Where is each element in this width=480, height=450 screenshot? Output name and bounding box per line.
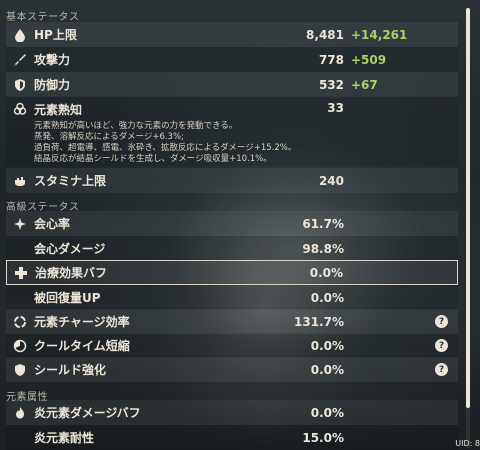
stat-row-def[interactable]: 防御力 532 +67 <box>6 72 458 97</box>
em-desc-line: 元素熟知が高いほど、強力な元素の力を発動できる。 <box>34 121 238 131</box>
stat-value-def: 532 <box>318 77 344 92</box>
stat-label-incoming-healing: 被回復量UP <box>34 291 101 305</box>
stat-label-energy-recharge: 元素チャージ効率 <box>34 315 130 329</box>
stat-value-crit-dmg: 98.8% <box>302 241 344 256</box>
stat-value-healing-bonus: 0.0% <box>309 265 343 280</box>
stat-value-pyro-dmg: 0.0% <box>310 405 344 420</box>
stat-row-pyro-res[interactable]: 炎元素耐性 15.0% <box>6 425 458 450</box>
stat-bonus-atk: +509 <box>351 52 387 67</box>
stat-row-atk[interactable]: 攻撃力 778 +509 <box>6 47 458 72</box>
em-desc-line: 蒸発、溶解反応によるダメージ+6.3%; <box>34 132 184 142</box>
stats-panel: 基本ステータス HP上限 8,481 +14,261 攻撃力 778 +509 … <box>0 0 464 450</box>
stat-bonus-def: +67 <box>351 77 378 92</box>
stat-label-cd-reduction: クールタイム短縮 <box>34 339 130 353</box>
stat-bonus-hp: +14,261 <box>351 27 408 42</box>
stat-row-crit-dmg[interactable]: 会心ダメージ 98.8% <box>6 236 458 261</box>
shield-strength-icon <box>12 362 28 378</box>
stat-value-shield-strength: 0.0% <box>310 362 344 377</box>
section-basic-stats: 基本ステータス <box>6 12 80 23</box>
elemental-mastery-icon <box>12 101 28 117</box>
stat-value-energy-recharge: 131.7% <box>294 314 344 329</box>
stat-row-healing-bonus[interactable]: 治療効果バフ 0.0% <box>6 260 458 285</box>
help-icon[interactable]: ? <box>435 315 448 328</box>
hp-drop-icon <box>12 27 28 43</box>
stat-value-pyro-res: 15.0% <box>302 430 344 445</box>
stat-row-incoming-healing[interactable]: 被回復量UP 0.0% <box>6 285 458 310</box>
stat-row-energy-recharge[interactable]: 元素チャージ効率 131.7% ? <box>6 309 458 334</box>
stat-label-em: 元素熟知 <box>34 103 83 117</box>
stat-value-atk: 778 <box>318 52 344 67</box>
stat-label-shield-strength: シールド強化 <box>34 363 107 377</box>
scrollbar[interactable] <box>466 8 470 448</box>
stat-label-hp: HP上限 <box>34 28 77 42</box>
shield-icon <box>12 77 28 93</box>
stat-row-crit-rate[interactable]: 会心率 61.7% <box>6 211 458 236</box>
stat-value-incoming-healing: 0.0% <box>310 290 344 305</box>
stat-label-pyro-res: 炎元素耐性 <box>34 431 95 445</box>
stat-value-hp: 8,481 <box>306 27 344 42</box>
pyro-icon <box>12 405 28 421</box>
energy-recharge-icon <box>12 314 28 330</box>
stat-label-atk: 攻撃力 <box>34 53 71 67</box>
elemental-mastery-description: 元素熟知が高いほど、強力な元素の力を発動できる。 蒸発、溶解反応によるダメージ+… <box>34 121 334 165</box>
stat-label-healing-bonus: 治療効果バフ <box>35 266 108 280</box>
em-desc-line: 過負荷、超電導、感電、氷砕き、拡散反応によるダメージ+15.2%。 <box>34 143 297 153</box>
help-icon[interactable]: ? <box>435 363 448 376</box>
stat-value-crit-rate: 61.7% <box>302 216 344 231</box>
stat-row-shield-strength[interactable]: シールド強化 0.0% ? <box>6 357 458 382</box>
stat-label-stamina: スタミナ上限 <box>34 174 107 188</box>
stat-row-pyro-dmg[interactable]: 炎元素ダメージバフ 0.0% <box>6 400 458 425</box>
stat-row-stamina[interactable]: スタミナ上限 240 <box>6 168 458 193</box>
stat-value-em: 33 <box>327 101 344 115</box>
stat-label-crit-rate: 会心率 <box>34 217 71 231</box>
stat-label-crit-dmg: 会心ダメージ <box>34 242 106 256</box>
stamina-icon <box>12 173 28 189</box>
sword-icon <box>12 52 28 68</box>
em-desc-line: 結晶反応が結晶シールドを生成し、ダメージ吸収量+10.1%。 <box>34 154 272 164</box>
uid-label: UID: 8 <box>455 439 480 448</box>
crit-star-icon <box>12 216 28 232</box>
healing-cross-icon <box>13 265 29 281</box>
help-icon[interactable]: ? <box>435 339 448 352</box>
stat-row-hp[interactable]: HP上限 8,481 +14,261 <box>6 22 458 47</box>
stat-row-cd-reduction[interactable]: クールタイム短縮 0.0% ? <box>6 333 458 358</box>
cooldown-icon <box>12 338 28 354</box>
stat-label-def: 防御力 <box>34 78 71 92</box>
stat-value-stamina: 240 <box>318 173 344 188</box>
scrollbar-thumb[interactable] <box>466 8 470 408</box>
stat-label-pyro-dmg: 炎元素ダメージバフ <box>34 406 141 420</box>
stat-value-cd-reduction: 0.0% <box>310 338 344 353</box>
